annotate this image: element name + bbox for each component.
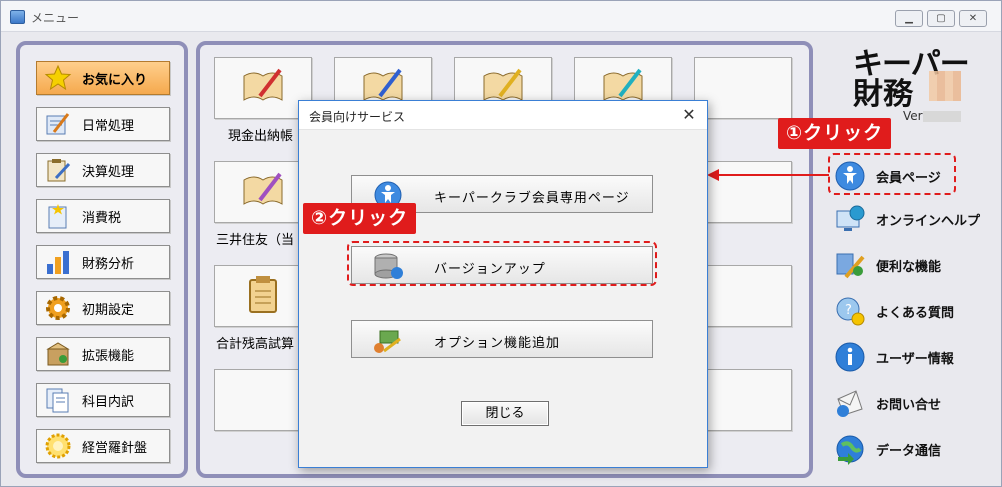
dialog-title: 会員向けサービス (309, 110, 406, 124)
ledger-pencil-icon (46, 113, 70, 135)
dialog-close-icon[interactable]: ✕ (679, 105, 699, 124)
nav-label: 消費税 (82, 209, 122, 225)
documents-icon (46, 388, 69, 413)
tile-label: 合計残高試算 (216, 336, 295, 351)
tile-empty[interactable] (694, 369, 792, 431)
nav-label: 拡張機能 (82, 347, 135, 363)
nav-settings-button[interactable]: 初期設定 (36, 291, 170, 325)
minimize-button[interactable]: ▁ (895, 10, 923, 27)
document-star-icon (48, 204, 67, 229)
clipboard-pencil-icon (47, 159, 71, 182)
side-label: ユーザー情報 (876, 350, 954, 366)
close-window-button[interactable]: ✕ (959, 10, 987, 27)
side-label: 便利な機能 (876, 258, 942, 274)
dialog-button-label: キーパークラブ会員専用ページ (434, 190, 630, 205)
svg-text:?: ? (845, 303, 852, 318)
product-logo-line2: 財務 (853, 77, 913, 112)
side-label: データ通信 (876, 442, 942, 458)
maximize-button[interactable]: ▢ (927, 10, 955, 27)
gear-icon (46, 296, 70, 320)
step1-arrow-icon (707, 169, 829, 181)
globe-arrow-icon (836, 435, 864, 465)
tile-label: 三井住友（当 (216, 232, 295, 247)
nav-breakdown-button[interactable]: 科目内訳 (36, 383, 170, 417)
close-button[interactable]: 閉じる (461, 401, 549, 426)
nav-tax-button[interactable]: 消費税 (36, 199, 170, 233)
side-data-transfer[interactable]: データ通信 (834, 431, 941, 467)
side-online-help[interactable]: オンラインヘルプ (834, 201, 980, 237)
nav-closing-button[interactable]: 決算処理 (36, 153, 170, 187)
dialog-title-bar: 会員向けサービス ✕ (299, 101, 707, 130)
nav-extensions-button[interactable]: 拡張機能 (36, 337, 170, 371)
app-icon (10, 10, 25, 24)
dialog-button-label: オプション機能追加 (434, 335, 561, 350)
nav-label: 決算処理 (82, 163, 135, 179)
package-icon (46, 342, 70, 366)
compass-icon (45, 433, 71, 459)
nav-label: 日常処理 (82, 117, 135, 133)
window-title: メニュー (31, 11, 80, 25)
book-pencil-icon (243, 172, 283, 205)
step2-highlight (347, 241, 657, 286)
side-label: よくある質問 (876, 304, 955, 320)
book-pencil-icon (243, 68, 283, 101)
step1-highlight (828, 153, 956, 195)
side-contact[interactable]: お問い合せ (834, 385, 941, 421)
monitor-globe-icon (836, 205, 865, 231)
tile-label: 現金出納帳 (228, 128, 294, 143)
info-icon (835, 342, 865, 372)
tools-icon (836, 253, 865, 279)
nav-label: 財務分析 (82, 255, 135, 271)
mail-icon (837, 390, 863, 417)
bar-chart-icon (47, 251, 69, 274)
side-label: お問い合せ (876, 396, 942, 412)
gift-tools-icon (374, 330, 401, 353)
side-useful-features[interactable]: 便利な機能 (834, 247, 941, 283)
clipboard-icon (249, 276, 277, 313)
tile-empty[interactable] (694, 57, 792, 119)
nav-label: お気に入り (82, 71, 148, 87)
nav-label: 初期設定 (82, 301, 135, 317)
version-label: Ver (903, 109, 923, 123)
nav-compass-button[interactable]: 経営羅針盤 (36, 429, 170, 463)
logo-redacted-area (929, 71, 961, 101)
side-label: オンラインヘルプ (876, 212, 981, 228)
star-icon (44, 64, 72, 91)
nav-favorites-button[interactable]: お気に入り (36, 61, 170, 95)
nav-label: 経営羅針盤 (82, 439, 148, 455)
app-window: メニュー ▁ ▢ ✕ お気に入り 日常処理 決算処理 消費税 財務分析 初期設定 (0, 0, 1002, 487)
side-user-info[interactable]: ユーザー情報 (834, 339, 954, 375)
left-nav-panel: お気に入り 日常処理 決算処理 消費税 財務分析 初期設定 拡張機能 科目内訳 (16, 41, 188, 478)
add-option-button[interactable]: オプション機能追加 (351, 320, 653, 358)
version-redacted-area (923, 111, 961, 122)
nav-analysis-button[interactable]: 財務分析 (36, 245, 170, 279)
title-bar: メニュー ▁ ▢ ✕ (1, 1, 1001, 32)
faq-icon: ? (836, 297, 865, 326)
tile-empty[interactable] (694, 265, 792, 327)
step2-callout: ②クリック (303, 203, 417, 234)
nav-daily-button[interactable]: 日常処理 (36, 107, 170, 141)
step1-callout: ①クリック (778, 118, 892, 149)
nav-label: 科目内訳 (82, 393, 135, 409)
side-faq[interactable]: ? よくある質問 (834, 293, 954, 329)
